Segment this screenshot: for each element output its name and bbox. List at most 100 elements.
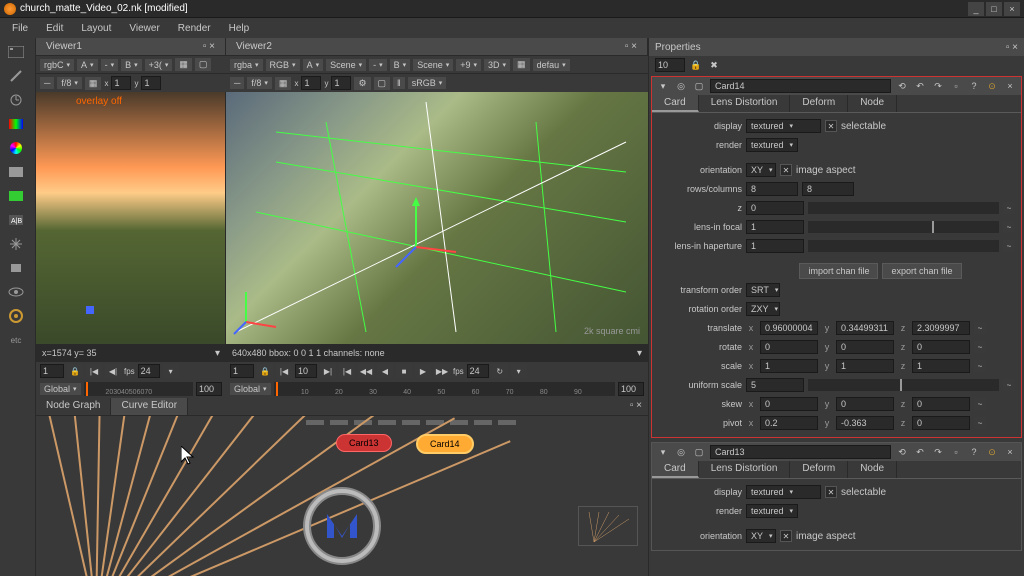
viewer2-tab[interactable]: Viewer2 ▫ × xyxy=(226,38,648,55)
viewer1-viewport[interactable]: overlay off xyxy=(36,92,226,344)
node-icon[interactable]: ▢ xyxy=(692,445,706,459)
panel-count-input[interactable] xyxy=(655,58,685,72)
fps-input[interactable] xyxy=(138,364,160,378)
tab-deform[interactable]: Deform xyxy=(790,461,848,478)
focal-slider[interactable] xyxy=(808,221,999,233)
lock-icon[interactable]: ─ xyxy=(40,77,54,89)
center-icon[interactable]: ◎ xyxy=(674,445,688,459)
channel-tool-icon[interactable] xyxy=(2,114,30,134)
minimap[interactable] xyxy=(578,506,638,546)
export-chan-button[interactable]: export chan file xyxy=(882,263,961,279)
settings-icon[interactable]: ▾ xyxy=(163,364,179,378)
buffer-b-dropdown[interactable]: B xyxy=(390,59,411,71)
uniform-scale-input[interactable] xyxy=(746,378,804,392)
tab-lens[interactable]: Lens Distortion xyxy=(699,461,791,478)
selectable-checkbox[interactable]: ✕ xyxy=(825,120,837,132)
playhead[interactable] xyxy=(86,382,88,396)
anim-icon[interactable]: ~ xyxy=(1003,379,1015,391)
gear-icon[interactable]: ⚙ xyxy=(354,77,370,90)
prev-keyframe-button[interactable]: ◀| xyxy=(105,364,121,378)
timeline-mode-dropdown[interactable]: Global xyxy=(40,383,81,395)
uniform-scale-slider[interactable] xyxy=(808,379,999,391)
anim-icon[interactable]: ~ xyxy=(974,398,986,410)
loop-icon[interactable]: ↻ xyxy=(492,364,508,378)
channels-dropdown[interactable]: rgba xyxy=(230,59,263,71)
haperture-slider[interactable] xyxy=(808,240,999,252)
end-frame-input[interactable] xyxy=(196,382,222,396)
ty-input[interactable] xyxy=(836,321,894,335)
anim-icon[interactable]: ~ xyxy=(1003,202,1015,214)
other-tool-icon[interactable] xyxy=(2,306,30,326)
sky-input[interactable] xyxy=(836,397,894,411)
rows-input[interactable] xyxy=(746,182,798,196)
close-panel-icon[interactable]: × xyxy=(1003,445,1017,459)
py-input[interactable] xyxy=(836,416,894,430)
undock-icon[interactable]: ▫ × xyxy=(625,41,637,52)
menu-viewer[interactable]: Viewer xyxy=(121,21,167,36)
menu-file[interactable]: File xyxy=(4,21,36,36)
sz-input[interactable] xyxy=(912,359,970,373)
buffer-a-dropdown[interactable]: A xyxy=(77,59,98,71)
columns-input[interactable] xyxy=(802,182,854,196)
viewer2-viewport[interactable]: 2k square cmi xyxy=(226,92,648,344)
anim-icon[interactable]: ~ xyxy=(1003,240,1015,252)
proxy-icon[interactable]: ▦ xyxy=(175,58,192,71)
display-dropdown[interactable]: textured xyxy=(746,119,821,133)
grid-icon[interactable]: ▦ xyxy=(85,77,102,90)
node-card13[interactable]: Card13 xyxy=(336,434,392,452)
keyer-tool-icon[interactable] xyxy=(2,186,30,206)
3d-tool-icon[interactable] xyxy=(2,258,30,278)
views-tool-icon[interactable] xyxy=(2,282,30,302)
skz-input[interactable] xyxy=(912,397,970,411)
prev-key-button[interactable]: |◀ xyxy=(339,364,355,378)
tab-deform[interactable]: Deform xyxy=(790,95,848,112)
anim-icon[interactable]: ~ xyxy=(974,322,986,334)
color-tool-icon[interactable] xyxy=(2,138,30,158)
scene2-dropdown[interactable]: Scene xyxy=(413,59,453,71)
redo-icon[interactable]: ↷ xyxy=(931,79,945,93)
first-frame-button[interactable]: |◀ xyxy=(276,364,292,378)
lock-icon[interactable]: 🔒 xyxy=(67,364,83,378)
rx-input[interactable] xyxy=(760,340,818,354)
undock-icon[interactable]: ▫ xyxy=(949,79,963,93)
menu-help[interactable]: Help xyxy=(221,21,258,36)
z-slider[interactable] xyxy=(808,202,999,214)
lock-all-icon[interactable]: 🔒 xyxy=(689,58,703,72)
revert-icon[interactable]: ⟲ xyxy=(895,79,909,93)
tx-input[interactable] xyxy=(760,321,818,335)
undock-icon[interactable]: ▫ × xyxy=(624,398,648,415)
rotation-order-dropdown[interactable]: ZXY xyxy=(746,302,780,316)
node-canvas[interactable]: Card13 Card14 xyxy=(36,416,648,576)
wipe-dropdown[interactable]: - xyxy=(369,59,387,71)
maximize-button[interactable]: □ xyxy=(986,2,1002,16)
aperture-dropdown[interactable]: f/8 xyxy=(57,77,82,89)
px-input[interactable] xyxy=(760,416,818,430)
aperture-dropdown[interactable]: f/8 xyxy=(247,77,272,89)
time-tool-icon[interactable] xyxy=(2,90,30,110)
step-back-button[interactable]: ◀ xyxy=(377,364,393,378)
3d-dropdown[interactable]: 3D xyxy=(484,59,510,71)
lut-dropdown[interactable]: sRGB xyxy=(408,77,447,89)
frame-input[interactable] xyxy=(230,364,254,378)
node-icon[interactable]: ▢ xyxy=(692,79,706,93)
anim-icon[interactable]: ~ xyxy=(974,417,986,429)
zoom-dropdown[interactable]: +3( xyxy=(145,59,173,71)
import-chan-button[interactable]: import chan file xyxy=(799,263,878,279)
sy-input[interactable] xyxy=(836,359,894,373)
close-button[interactable]: × xyxy=(1004,2,1020,16)
stop-button[interactable]: ■ xyxy=(396,364,412,378)
close-panel-icon[interactable]: × xyxy=(1003,79,1017,93)
default-dropdown[interactable]: defau xyxy=(533,59,570,71)
info-dropdown-icon[interactable]: ▾ xyxy=(215,348,220,359)
timeline-mode-dropdown[interactable]: Global xyxy=(230,383,271,395)
revert-icon[interactable]: ⟲ xyxy=(895,445,909,459)
skx-input[interactable] xyxy=(760,397,818,411)
tab-card[interactable]: Card xyxy=(652,95,699,112)
aspect-checkbox[interactable]: ✕ xyxy=(780,530,792,542)
roi-icon[interactable]: ▢ xyxy=(195,58,212,71)
draw-tool-icon[interactable] xyxy=(2,66,30,86)
buffer-a-dropdown[interactable]: A xyxy=(303,59,324,71)
tab-card[interactable]: Card xyxy=(652,461,699,478)
node-name-input[interactable] xyxy=(710,79,891,93)
y-input[interactable] xyxy=(331,76,351,90)
